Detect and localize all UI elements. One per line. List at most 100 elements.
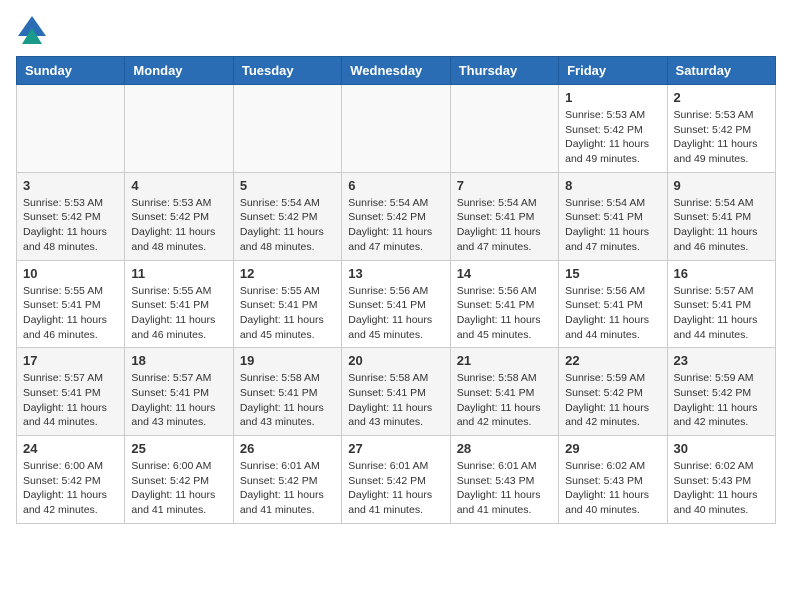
day-number: 26 (240, 441, 335, 456)
day-info: Sunrise: 5:58 AM Sunset: 5:41 PM Dayligh… (348, 371, 443, 430)
day-info: Sunrise: 5:54 AM Sunset: 5:42 PM Dayligh… (240, 196, 335, 255)
day-number: 3 (23, 178, 118, 193)
day-number: 8 (565, 178, 660, 193)
day-info: Sunrise: 5:53 AM Sunset: 5:42 PM Dayligh… (23, 196, 118, 255)
calendar-cell: 4Sunrise: 5:53 AM Sunset: 5:42 PM Daylig… (125, 172, 233, 260)
day-number: 13 (348, 266, 443, 281)
day-number: 4 (131, 178, 226, 193)
calendar-cell: 18 Sunrise: 5:57 AM Sunset: 5:41 PM Dayli… (125, 348, 233, 436)
calendar-cell: 15 Sunrise: 5:56 AM Sunset: 5:41 PM Dayli… (559, 260, 667, 348)
calendar-cell: 30 Sunrise: 6:02 AM Sunset: 5:43 PM Dayli… (667, 436, 775, 524)
day-info: Sunrise: 5:54 AM Sunset: 5:41 PM Dayligh… (565, 196, 660, 255)
calendar-week-row: 24Sunrise: 6:00 AM Sunset: 5:42 PM Dayli… (17, 436, 776, 524)
calendar-cell (450, 85, 558, 173)
day-info: Sunrise: 5:58 AM Sunset: 5:41 PM Dayligh… (240, 371, 335, 430)
calendar-cell: 20 Sunrise: 5:58 AM Sunset: 5:41 PM Dayli… (342, 348, 450, 436)
calendar-cell: 9 Sunrise: 5:54 AM Sunset: 5:41 PM Daylig… (667, 172, 775, 260)
day-number: 16 (674, 266, 769, 281)
calendar-week-row: 1 Sunrise: 5:53 AM Sunset: 5:42 PM Daylig… (17, 85, 776, 173)
calendar-header-row: SundayMondayTuesdayWednesdayThursdayFrid… (17, 57, 776, 85)
day-number: 1 (565, 90, 660, 105)
day-of-week-header: Saturday (667, 57, 775, 85)
day-number: 6 (348, 178, 443, 193)
day-info: Sunrise: 5:59 AM Sunset: 5:42 PM Dayligh… (565, 371, 660, 430)
calendar-cell: 7Sunrise: 5:54 AM Sunset: 5:41 PM Daylig… (450, 172, 558, 260)
calendar-cell: 26 Sunrise: 6:01 AM Sunset: 5:42 PM Dayli… (233, 436, 341, 524)
day-info: Sunrise: 5:54 AM Sunset: 5:42 PM Dayligh… (348, 196, 443, 255)
day-info: Sunrise: 5:56 AM Sunset: 5:41 PM Dayligh… (565, 284, 660, 343)
day-number: 11 (131, 266, 226, 281)
day-number: 29 (565, 441, 660, 456)
day-info: Sunrise: 5:53 AM Sunset: 5:42 PM Dayligh… (565, 108, 660, 167)
day-info: Sunrise: 5:57 AM Sunset: 5:41 PM Dayligh… (23, 371, 118, 430)
day-number: 27 (348, 441, 443, 456)
calendar-cell: 5 Sunrise: 5:54 AM Sunset: 5:42 PM Daylig… (233, 172, 341, 260)
calendar-cell: 8 Sunrise: 5:54 AM Sunset: 5:41 PM Daylig… (559, 172, 667, 260)
calendar-cell: 2 Sunrise: 5:53 AM Sunset: 5:42 PM Daylig… (667, 85, 775, 173)
day-number: 17 (23, 353, 118, 368)
calendar-cell (233, 85, 341, 173)
day-info: Sunrise: 6:02 AM Sunset: 5:43 PM Dayligh… (674, 459, 769, 518)
day-number: 23 (674, 353, 769, 368)
day-of-week-header: Sunday (17, 57, 125, 85)
day-info: Sunrise: 5:55 AM Sunset: 5:41 PM Dayligh… (131, 284, 226, 343)
calendar-cell: 25Sunrise: 6:00 AM Sunset: 5:42 PM Dayli… (125, 436, 233, 524)
calendar-cell: 14 Sunrise: 5:56 AM Sunset: 5:41 PM Dayli… (450, 260, 558, 348)
calendar-cell: 10 Sunrise: 5:55 AM Sunset: 5:41 PM Dayli… (17, 260, 125, 348)
day-number: 14 (457, 266, 552, 281)
day-info: Sunrise: 5:54 AM Sunset: 5:41 PM Dayligh… (674, 196, 769, 255)
day-number: 5 (240, 178, 335, 193)
day-number: 19 (240, 353, 335, 368)
calendar-cell: 23 Sunrise: 5:59 AM Sunset: 5:42 PM Dayli… (667, 348, 775, 436)
day-info: Sunrise: 5:57 AM Sunset: 5:41 PM Dayligh… (674, 284, 769, 343)
day-number: 21 (457, 353, 552, 368)
day-info: Sunrise: 6:00 AM Sunset: 5:42 PM Dayligh… (23, 459, 118, 518)
day-number: 20 (348, 353, 443, 368)
day-info: Sunrise: 5:56 AM Sunset: 5:41 PM Dayligh… (457, 284, 552, 343)
calendar-week-row: 17 Sunrise: 5:57 AM Sunset: 5:41 PM Dayli… (17, 348, 776, 436)
calendar-cell: 16 Sunrise: 5:57 AM Sunset: 5:41 PM Dayli… (667, 260, 775, 348)
calendar-cell: 24Sunrise: 6:00 AM Sunset: 5:42 PM Dayli… (17, 436, 125, 524)
day-info: Sunrise: 5:58 AM Sunset: 5:41 PM Dayligh… (457, 371, 552, 430)
day-info: Sunrise: 5:57 AM Sunset: 5:41 PM Dayligh… (131, 371, 226, 430)
calendar-cell: 27 Sunrise: 6:01 AM Sunset: 5:42 PM Dayli… (342, 436, 450, 524)
calendar-cell: 12Sunrise: 5:55 AM Sunset: 5:41 PM Dayli… (233, 260, 341, 348)
day-of-week-header: Tuesday (233, 57, 341, 85)
calendar-week-row: 10 Sunrise: 5:55 AM Sunset: 5:41 PM Dayli… (17, 260, 776, 348)
calendar-cell (125, 85, 233, 173)
day-info: Sunrise: 5:56 AM Sunset: 5:41 PM Dayligh… (348, 284, 443, 343)
day-of-week-header: Wednesday (342, 57, 450, 85)
day-of-week-header: Monday (125, 57, 233, 85)
page: SundayMondayTuesdayWednesdayThursdayFrid… (0, 0, 792, 540)
day-number: 18 (131, 353, 226, 368)
calendar-cell (342, 85, 450, 173)
day-info: Sunrise: 5:54 AM Sunset: 5:41 PM Dayligh… (457, 196, 552, 255)
day-number: 15 (565, 266, 660, 281)
day-number: 22 (565, 353, 660, 368)
day-info: Sunrise: 5:55 AM Sunset: 5:41 PM Dayligh… (23, 284, 118, 343)
day-info: Sunrise: 6:01 AM Sunset: 5:42 PM Dayligh… (240, 459, 335, 518)
calendar-cell: 3 Sunrise: 5:53 AM Sunset: 5:42 PM Daylig… (17, 172, 125, 260)
calendar-cell: 11 Sunrise: 5:55 AM Sunset: 5:41 PM Dayli… (125, 260, 233, 348)
calendar-cell: 22 Sunrise: 5:59 AM Sunset: 5:42 PM Dayli… (559, 348, 667, 436)
day-number: 2 (674, 90, 769, 105)
day-number: 30 (674, 441, 769, 456)
calendar-cell: 21 Sunrise: 5:58 AM Sunset: 5:41 PM Dayli… (450, 348, 558, 436)
calendar-cell (17, 85, 125, 173)
calendar-cell: 28Sunrise: 6:01 AM Sunset: 5:43 PM Dayli… (450, 436, 558, 524)
day-info: Sunrise: 6:01 AM Sunset: 5:43 PM Dayligh… (457, 459, 552, 518)
calendar-cell: 29Sunrise: 6:02 AM Sunset: 5:43 PM Dayli… (559, 436, 667, 524)
day-number: 12 (240, 266, 335, 281)
day-number: 9 (674, 178, 769, 193)
calendar-week-row: 3 Sunrise: 5:53 AM Sunset: 5:42 PM Daylig… (17, 172, 776, 260)
logo-icon (18, 16, 46, 44)
day-info: Sunrise: 5:53 AM Sunset: 5:42 PM Dayligh… (674, 108, 769, 167)
day-number: 10 (23, 266, 118, 281)
header (16, 16, 776, 44)
calendar-cell: 6 Sunrise: 5:54 AM Sunset: 5:42 PM Daylig… (342, 172, 450, 260)
day-info: Sunrise: 5:59 AM Sunset: 5:42 PM Dayligh… (674, 371, 769, 430)
calendar-table: SundayMondayTuesdayWednesdayThursdayFrid… (16, 56, 776, 524)
day-info: Sunrise: 6:01 AM Sunset: 5:42 PM Dayligh… (348, 459, 443, 518)
calendar-cell: 13 Sunrise: 5:56 AM Sunset: 5:41 PM Dayli… (342, 260, 450, 348)
calendar-cell: 1 Sunrise: 5:53 AM Sunset: 5:42 PM Daylig… (559, 85, 667, 173)
